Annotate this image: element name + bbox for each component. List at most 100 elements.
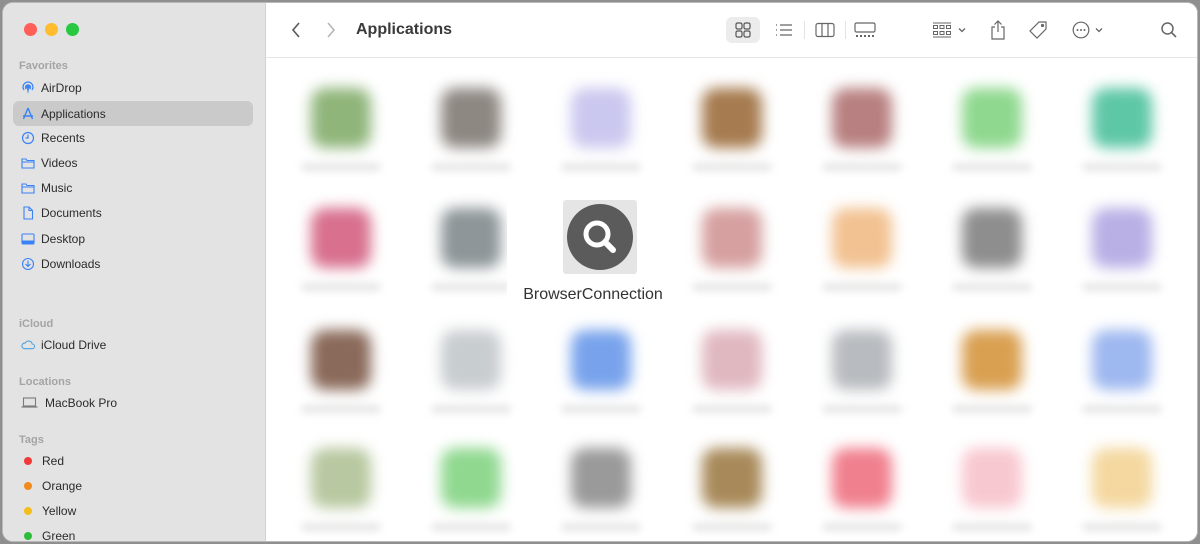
sidebar-item-macbook-pro[interactable]: MacBook Pro [13, 390, 253, 415]
tag-color-dot [24, 456, 32, 465]
sidebar-item-music[interactable]: Music [13, 175, 253, 200]
blurred-app-label [1082, 283, 1162, 291]
blurred-app-icon[interactable] [832, 448, 892, 508]
group-button[interactable] [928, 17, 970, 43]
blurred-app-icon[interactable] [571, 88, 631, 148]
sidebar-item-label: MacBook Pro [45, 395, 118, 410]
sidebar-item-label: Videos [41, 155, 78, 170]
blurred-app-label [301, 283, 381, 291]
blurred-app-icon[interactable] [1092, 448, 1152, 508]
sidebar-item-documents[interactable]: Documents [13, 200, 253, 225]
toolbar-divider [804, 21, 805, 39]
blurred-app-label [431, 523, 511, 531]
blurred-app-label [822, 405, 902, 413]
blurred-app-label [692, 163, 772, 171]
list-view-icon [776, 24, 792, 36]
blurred-app-icon[interactable] [441, 208, 501, 268]
blurred-app-icon[interactable] [962, 88, 1022, 148]
blurred-app-icon[interactable] [311, 208, 371, 268]
list-view-button[interactable] [769, 17, 799, 43]
chevron-down-icon [1095, 28, 1103, 33]
blurred-app-label [692, 283, 772, 291]
gallery-view-button[interactable] [850, 17, 880, 43]
blurred-app-label [952, 283, 1032, 291]
sidebar-item-label: AirDrop [41, 80, 82, 95]
sidebar-item-label: Applications [41, 106, 106, 121]
blurred-app-icon[interactable] [1092, 330, 1152, 390]
blurred-app-label [822, 283, 902, 291]
section-icloud: iCloud [19, 318, 54, 330]
blurred-app-icon[interactable] [311, 448, 371, 508]
blurred-app-label [952, 405, 1032, 413]
sidebar-item-label: Recents [41, 130, 86, 145]
app-label: BrowserConnection [523, 286, 663, 303]
blurred-app-icon[interactable] [702, 88, 762, 148]
blurred-app-icon[interactable] [832, 208, 892, 268]
share-button[interactable] [986, 17, 1010, 43]
column-view-icon [815, 22, 835, 38]
blurred-app-label [431, 163, 511, 171]
icon-view-icon [735, 22, 751, 38]
folder-icon [21, 156, 35, 170]
app-item-browserconnection[interactable]: BrowserConnection [507, 178, 683, 303]
blurred-app-icon[interactable] [962, 330, 1022, 390]
sidebar-tag-red[interactable]: Red [13, 448, 253, 473]
sidebar-item-applications[interactable]: Applications [13, 101, 253, 126]
blurred-app-icon[interactable] [702, 208, 762, 268]
close-button[interactable] [24, 23, 37, 36]
blurred-app-icon[interactable] [441, 330, 501, 390]
sidebar-tag-yellow[interactable]: Yellow [13, 498, 253, 523]
section-tags: Tags [19, 434, 44, 446]
blurred-app-icon[interactable] [832, 88, 892, 148]
blurred-app-icon[interactable] [1092, 88, 1152, 148]
toolbar: Applications [266, 3, 1197, 58]
blurred-app-icon[interactable] [441, 88, 501, 148]
blurred-app-icon[interactable] [571, 330, 631, 390]
sidebar-tag-green[interactable]: Green [13, 523, 253, 541]
blurred-app-label [952, 523, 1032, 531]
blurred-app-icon[interactable] [702, 448, 762, 508]
finder-window: Favorites AirDrop Applications Recents V… [3, 3, 1197, 541]
icon-view-button[interactable] [726, 17, 760, 43]
group-icon [932, 22, 951, 38]
sidebar-item-downloads[interactable]: Downloads [13, 251, 253, 276]
blurred-app-icon[interactable] [571, 448, 631, 508]
sidebar-item-airdrop[interactable]: AirDrop [13, 75, 253, 100]
blurred-app-label [952, 163, 1032, 171]
blurred-app-icon[interactable] [832, 330, 892, 390]
search-icon [1161, 22, 1177, 38]
more-button[interactable] [1068, 17, 1108, 43]
tag-color-dot [24, 481, 32, 490]
share-icon [991, 20, 1005, 40]
forward-button[interactable] [321, 17, 341, 43]
blurred-app-icon[interactable] [311, 88, 371, 148]
sidebar-item-recents[interactable]: Recents [13, 125, 253, 150]
sidebar-item-desktop[interactable]: Desktop [13, 226, 253, 251]
blurred-app-icon[interactable] [311, 330, 371, 390]
desktop-icon [21, 232, 35, 246]
sidebar-item-icloud-drive[interactable]: iCloud Drive [13, 332, 253, 357]
blurred-app-label [1082, 163, 1162, 171]
clock-icon [21, 131, 35, 145]
forward-icon [327, 22, 336, 38]
tag-button[interactable] [1026, 17, 1050, 43]
blurred-app-label [692, 523, 772, 531]
sidebar-item-label: Orange [42, 478, 83, 493]
blurred-app-icon[interactable] [962, 208, 1022, 268]
minimize-button[interactable] [45, 23, 58, 36]
sidebar-tag-orange[interactable]: Orange [13, 473, 253, 498]
sidebar-item-label: Red [42, 453, 65, 468]
sidebar-item-videos[interactable]: Videos [13, 150, 253, 175]
applications-icon [21, 107, 35, 121]
blurred-app-icon[interactable] [702, 330, 762, 390]
column-view-button[interactable] [810, 17, 840, 43]
blurred-app-icon[interactable] [441, 448, 501, 508]
download-icon [21, 257, 35, 271]
blurred-app-icon[interactable] [962, 448, 1022, 508]
sidebar-item-label: Music [41, 180, 73, 195]
search-button[interactable] [1156, 17, 1182, 43]
blurred-app-icon[interactable] [1092, 208, 1152, 268]
zoom-button[interactable] [66, 23, 79, 36]
back-button[interactable] [286, 17, 306, 43]
gallery-view-icon [854, 22, 876, 37]
